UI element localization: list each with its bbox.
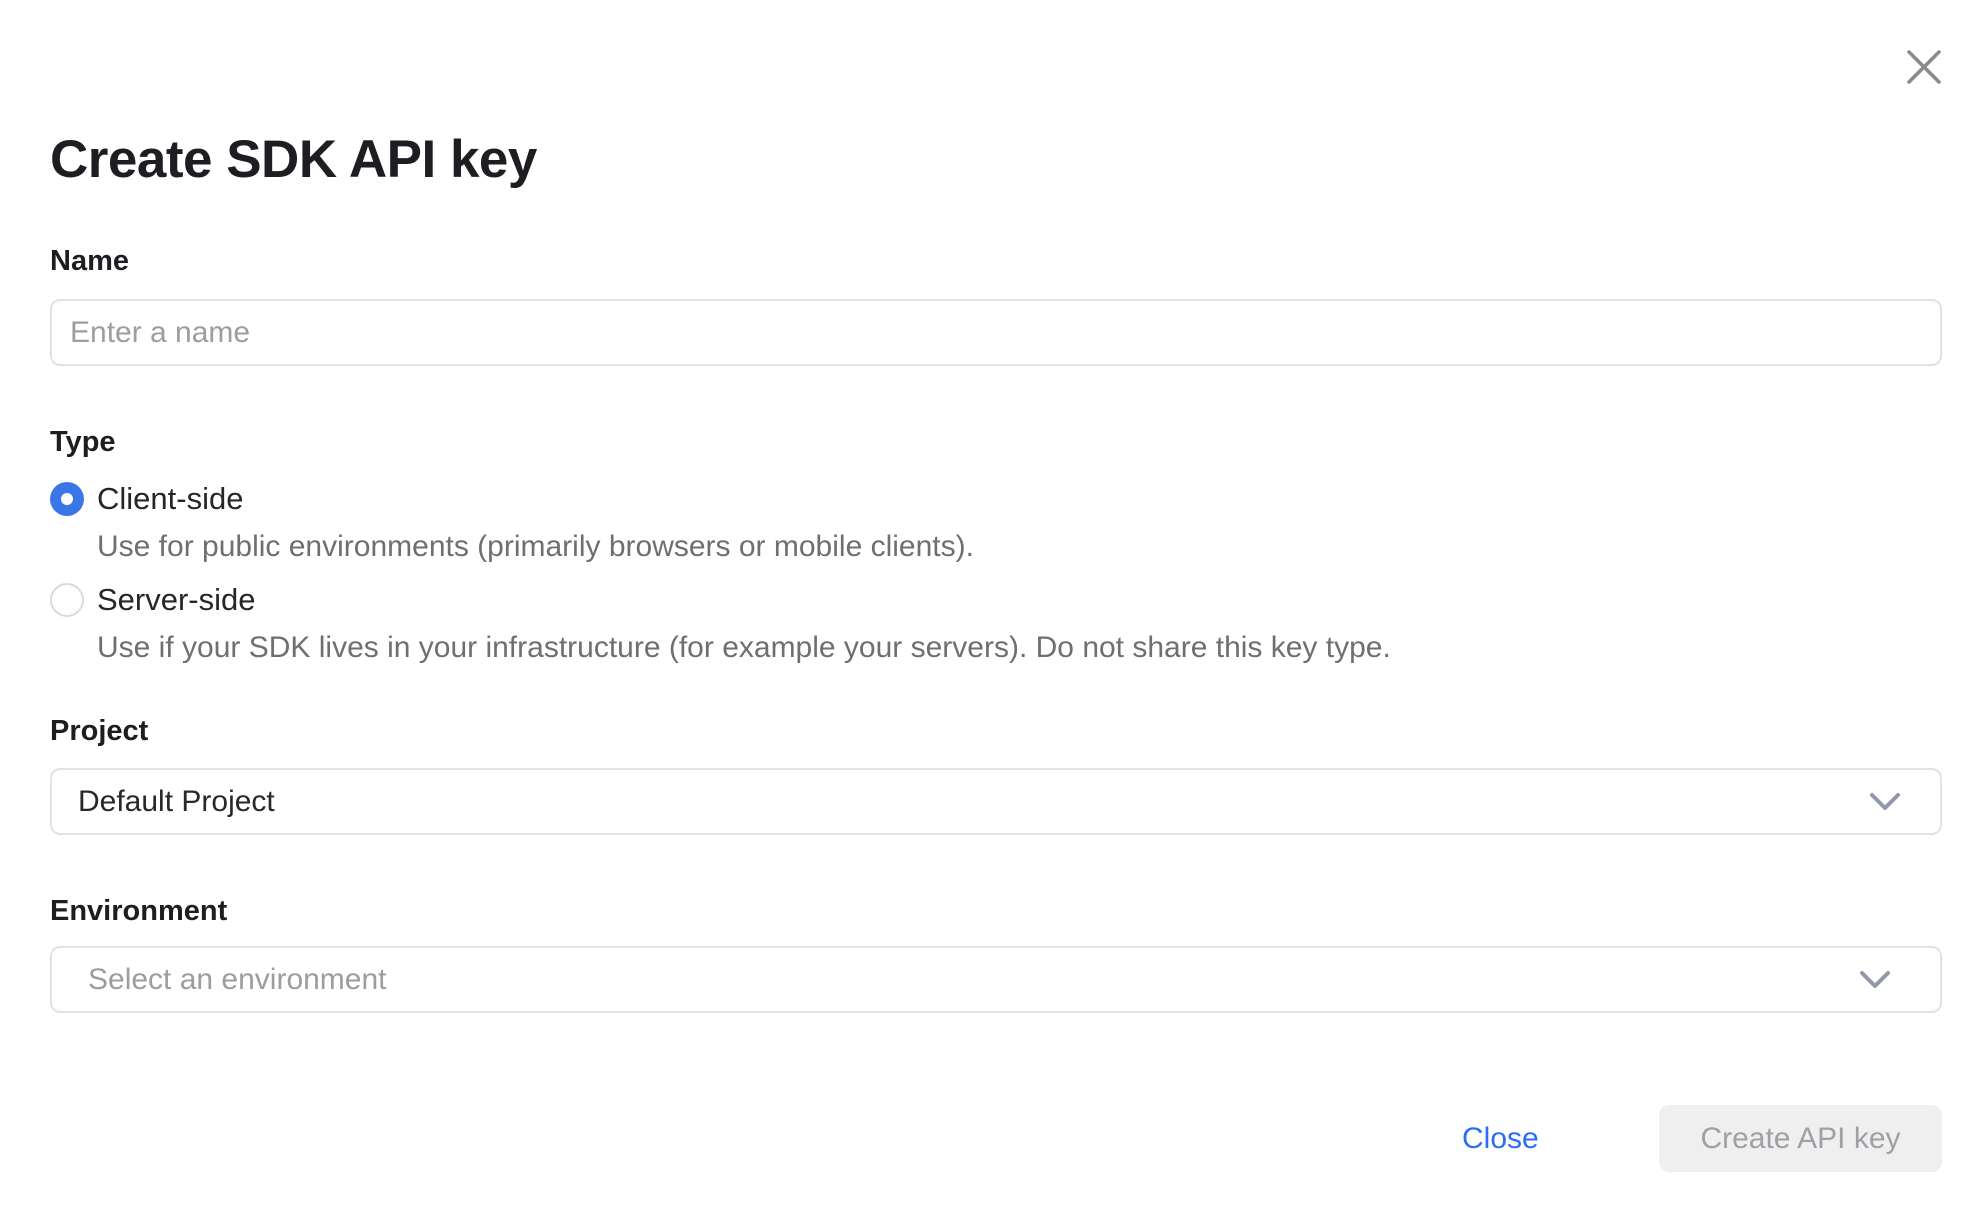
create-sdk-api-key-modal: { "modal": { "title": "Create SDK API ke… [0, 0, 1980, 1210]
radio-button-server-side[interactable] [50, 583, 84, 617]
environment-label: Environment [50, 892, 227, 930]
name-label: Name [50, 242, 129, 280]
project-label: Project [50, 712, 148, 750]
name-input[interactable] [50, 299, 1942, 366]
radio-label-client-side[interactable]: Client-side [97, 479, 243, 519]
environment-select[interactable]: Select an environment [50, 946, 1942, 1013]
create-api-key-button[interactable]: Create API key [1659, 1105, 1942, 1172]
page-title: Create SDK API key [50, 120, 537, 200]
chevron-down-icon [1858, 969, 1892, 991]
close-modal-button[interactable] [1899, 42, 1949, 92]
close-button[interactable]: Close [1458, 1120, 1543, 1158]
type-label: Type [50, 423, 116, 461]
server-side-description: Use if your SDK lives in your infrastruc… [97, 628, 1391, 668]
radio-option-server-side[interactable]: Server-side [50, 580, 256, 620]
radio-label-server-side[interactable]: Server-side [97, 580, 256, 620]
x-icon [1903, 46, 1945, 88]
radio-button-client-side[interactable] [50, 482, 84, 516]
radio-option-client-side[interactable]: Client-side [50, 479, 243, 519]
client-side-description: Use for public environments (primarily b… [97, 527, 974, 567]
chevron-down-icon [1868, 791, 1902, 813]
project-select-value: Default Project [78, 785, 1868, 819]
project-select[interactable]: Default Project [50, 768, 1942, 835]
environment-select-placeholder: Select an environment [88, 963, 1858, 997]
